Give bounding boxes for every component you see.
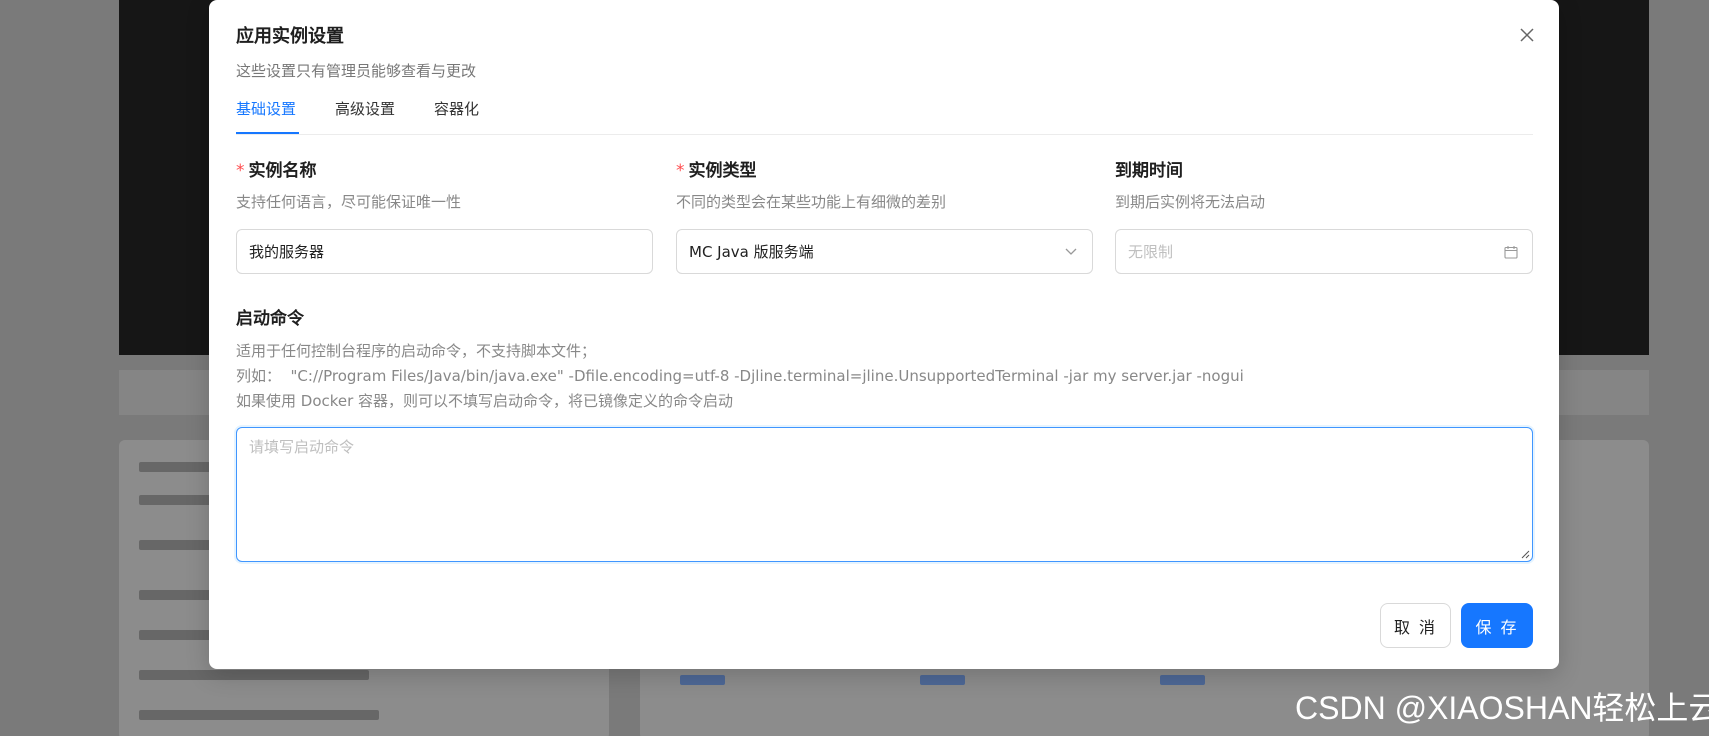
- expire-time-placeholder: 无限制: [1128, 243, 1174, 261]
- instance-type-help: 不同的类型会在某些功能上有细微的差别: [676, 193, 947, 211]
- active-tab-indicator: [236, 132, 299, 134]
- close-icon: [1520, 28, 1534, 42]
- start-command-help: 适用于任何控制台程序的启动命令，不支持脚本文件； 列如： "C://Progra…: [236, 339, 1244, 414]
- required-mark: *: [236, 161, 245, 181]
- instance-name-input[interactable]: 我的服务器: [236, 229, 653, 274]
- save-button[interactable]: 保 存: [1461, 603, 1533, 648]
- instance-type-select[interactable]: MC Java 版服务端: [676, 229, 1093, 274]
- watermark: CSDN @XIAOSHAN轻松上云: [1295, 690, 1709, 726]
- instance-type-label: * 实例类型: [676, 161, 757, 181]
- start-command-help-line1: 适用于任何控制台程序的启动命令，不支持脚本文件；: [236, 342, 597, 360]
- chevron-down-icon: [1062, 243, 1080, 261]
- instance-type-value: MC Java 版服务端: [689, 243, 814, 261]
- instance-name-help: 支持任何语言，尽可能保证唯一性: [236, 193, 462, 211]
- expire-time-label: 到期时间: [1115, 161, 1183, 181]
- settings-tabs: 基础设置 高级设置 容器化: [236, 95, 1533, 135]
- required-mark: *: [676, 161, 685, 181]
- start-command-help-line2: 列如： "C://Program Files/Java/bin/java.exe…: [236, 367, 1244, 385]
- expire-time-picker[interactable]: 无限制: [1115, 229, 1533, 274]
- calendar-icon: [1502, 243, 1520, 261]
- start-command-placeholder: 请填写启动命令: [249, 438, 355, 456]
- close-button[interactable]: [1512, 20, 1542, 50]
- tab-basic-settings[interactable]: 基础设置: [236, 95, 296, 135]
- dialog-title: 应用实例设置: [236, 26, 344, 47]
- cancel-button[interactable]: 取 消: [1380, 603, 1451, 648]
- start-command-help-line3: 如果使用 Docker 容器，则可以不填写启动命令，将已镜像定义的命令启动: [236, 392, 734, 410]
- tab-advanced-settings[interactable]: 高级设置: [335, 95, 395, 135]
- expire-time-help: 到期后实例将无法启动: [1115, 193, 1266, 211]
- instance-name-label: * 实例名称: [236, 161, 317, 181]
- dialog-subtitle: 这些设置只有管理员能够查看与更改: [236, 62, 477, 80]
- tab-containerization[interactable]: 容器化: [434, 95, 479, 135]
- start-command-label: 启动命令: [236, 309, 304, 329]
- instance-name-value: 我的服务器: [249, 243, 325, 261]
- resize-grip-icon[interactable]: [1520, 549, 1530, 559]
- start-command-textarea[interactable]: 请填写启动命令: [236, 427, 1533, 562]
